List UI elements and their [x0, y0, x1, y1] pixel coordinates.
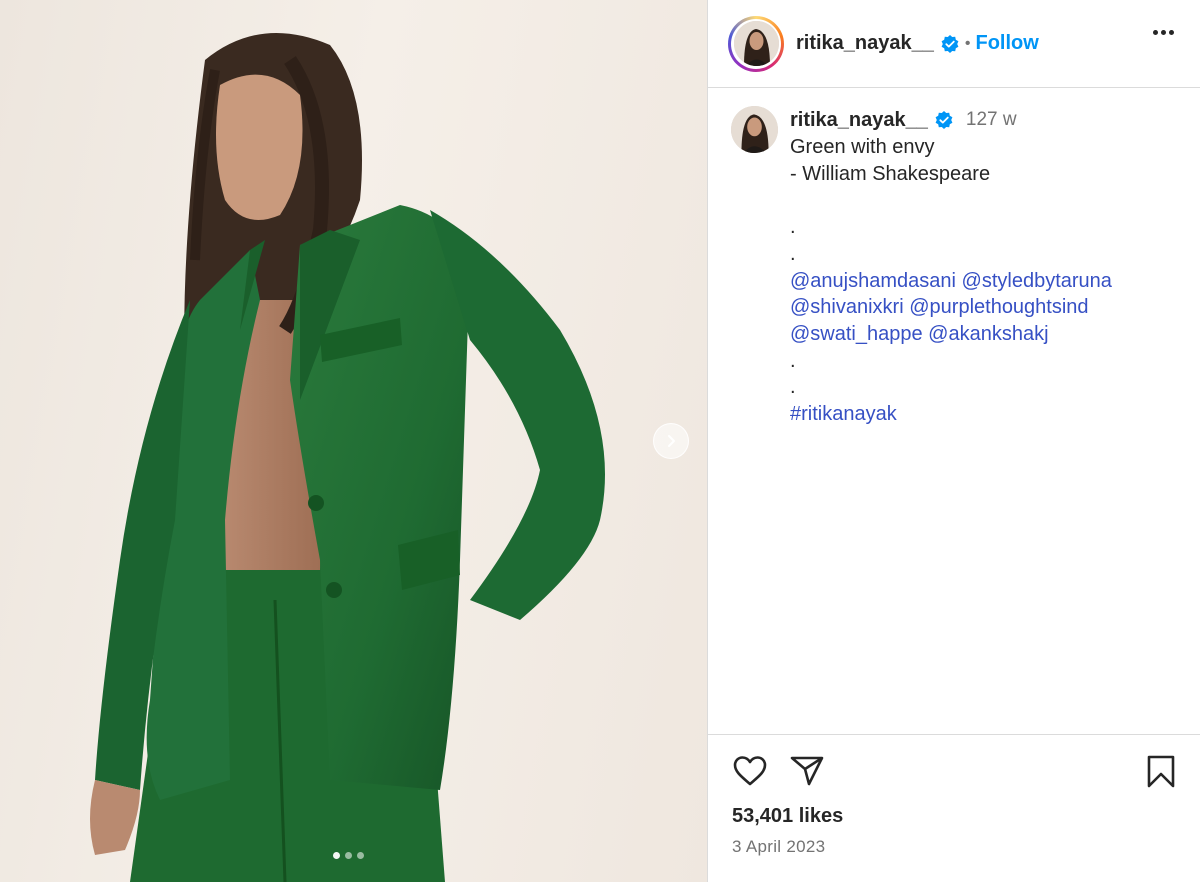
carousel-indicator — [333, 852, 364, 859]
carousel-next-button[interactable] — [653, 423, 689, 459]
heart-icon — [733, 756, 767, 786]
caption-text: Green with envy — [790, 136, 935, 158]
caption-line: #ritikanayak — [790, 401, 1112, 428]
post-details-panel: ritika_nayak__ • Follow ritika_nayak__ 1… — [707, 0, 1200, 882]
caption-avatar[interactable] — [731, 106, 778, 153]
caption-body: Green with envy - William Shakespeare .. @… — [790, 134, 1112, 428]
carousel-dot — [345, 852, 352, 859]
carousel-dot — [333, 852, 340, 859]
caption-line: Green with envy — [790, 134, 1112, 161]
post-photo-illustration — [90, 33, 605, 882]
header-separator: • — [964, 34, 971, 52]
caption-line: . — [790, 214, 1112, 241]
verified-badge-icon — [940, 34, 960, 54]
send-icon — [790, 756, 824, 786]
mention-link[interactable]: @swati_happe — [790, 323, 923, 345]
caption-line: . — [790, 374, 1112, 401]
more-options-icon[interactable] — [1153, 30, 1174, 35]
caption-text: . — [790, 216, 796, 239]
action-bar — [732, 755, 824, 787]
save-button[interactable] — [1146, 755, 1176, 794]
caption: ritika_nayak__ 127 w Green with envy - Wi… — [731, 106, 1112, 428]
caption-text: - William Shakespeare — [790, 162, 991, 185]
bookmark-icon — [1147, 755, 1175, 788]
mention-link[interactable]: @styledbytaruna — [962, 270, 1112, 292]
mention-link[interactable]: @anujshamdasani — [790, 270, 956, 292]
like-button[interactable] — [732, 755, 768, 787]
post-footer: 53,401 likes 3 April 2023 — [708, 734, 1200, 882]
likes-count[interactable]: 53,401 likes — [732, 805, 843, 828]
caption-text: . — [790, 242, 796, 265]
post-image — [0, 0, 707, 882]
mention-link[interactable]: @purplethoughtsind — [909, 296, 1088, 318]
comments-area: ritika_nayak__ 127 w Green with envy - Wi… — [708, 88, 1200, 733]
caption-line: . — [790, 241, 1112, 268]
caption-username[interactable]: ritika_nayak__ — [790, 109, 928, 132]
hashtag-link[interactable]: #ritikanayak — [790, 403, 897, 425]
caption-line — [790, 187, 1112, 214]
verified-badge-icon — [934, 110, 954, 130]
caption-line: @swati_happe @akankshakj — [790, 321, 1112, 348]
mention-link[interactable]: @shivanixkri — [790, 296, 904, 318]
post-time-ago[interactable]: 127 w — [966, 109, 1017, 131]
caption-text: . — [790, 376, 796, 399]
caption-line: . — [790, 348, 1112, 375]
header-username[interactable]: ritika_nayak__ — [796, 32, 934, 55]
share-button[interactable] — [790, 755, 824, 787]
caption-line: @anujshamdasani @styledbytaruna — [790, 268, 1112, 295]
post-header: ritika_nayak__ • Follow — [708, 0, 1200, 88]
caption-text: . — [790, 349, 796, 372]
chevron-right-icon — [668, 435, 675, 447]
post-date: 3 April 2023 — [732, 837, 826, 856]
mention-link[interactable]: @akankshakj — [928, 323, 1048, 345]
caption-line: @shivanixkri @purplethoughtsind — [790, 294, 1112, 321]
caption-line: - William Shakespeare — [790, 161, 1112, 188]
carousel-dot — [357, 852, 364, 859]
story-ring[interactable] — [728, 15, 784, 72]
follow-button[interactable]: Follow — [976, 32, 1039, 55]
avatar — [733, 21, 779, 66]
